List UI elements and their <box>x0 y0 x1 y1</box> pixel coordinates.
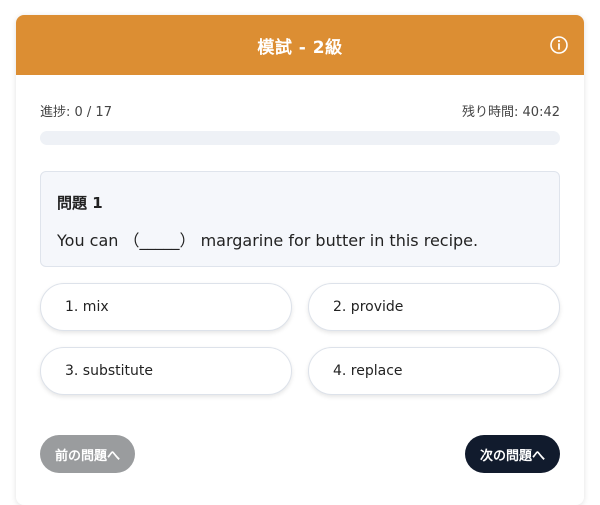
progress-row: 進捗: 0 / 17 残り時間: 40:42 <box>40 101 560 120</box>
info-icon[interactable] <box>549 35 569 55</box>
nav-row: 前の問題へ 次の問題へ <box>40 435 560 473</box>
exam-body: 進捗: 0 / 17 残り時間: 40:42 問題 1 You can （___… <box>16 101 584 473</box>
progress-label: 進捗: 0 / 17 <box>40 105 112 120</box>
next-question-button[interactable]: 次の問題へ <box>464 435 560 473</box>
exam-header: 模試 - 2級 <box>16 15 584 75</box>
question-box: 問題 1 You can （_____） margarine for butte… <box>40 171 560 267</box>
option-button-3[interactable]: 3. substitute <box>40 347 292 395</box>
question-text: You can （_____） margarine for butter in … <box>57 231 479 250</box>
exam-card: 模試 - 2級 進捗: 0 / 17 残り時間: 40:42 問題 1 You … <box>16 15 584 505</box>
time-remaining: 残り時間: 40:42 <box>462 105 560 120</box>
question-title: 問題 1 <box>57 194 103 212</box>
page-title: 模試 - 2級 <box>257 37 343 58</box>
option-button-2[interactable]: 2. provide <box>308 283 560 331</box>
option-button-4[interactable]: 4. replace <box>308 347 560 395</box>
progress-bar <box>40 131 560 145</box>
prev-question-button[interactable]: 前の問題へ <box>40 435 136 473</box>
answer-options: 1. mix 2. provide 3. substitute 4. repla… <box>40 283 560 395</box>
option-button-1[interactable]: 1. mix <box>40 283 292 331</box>
